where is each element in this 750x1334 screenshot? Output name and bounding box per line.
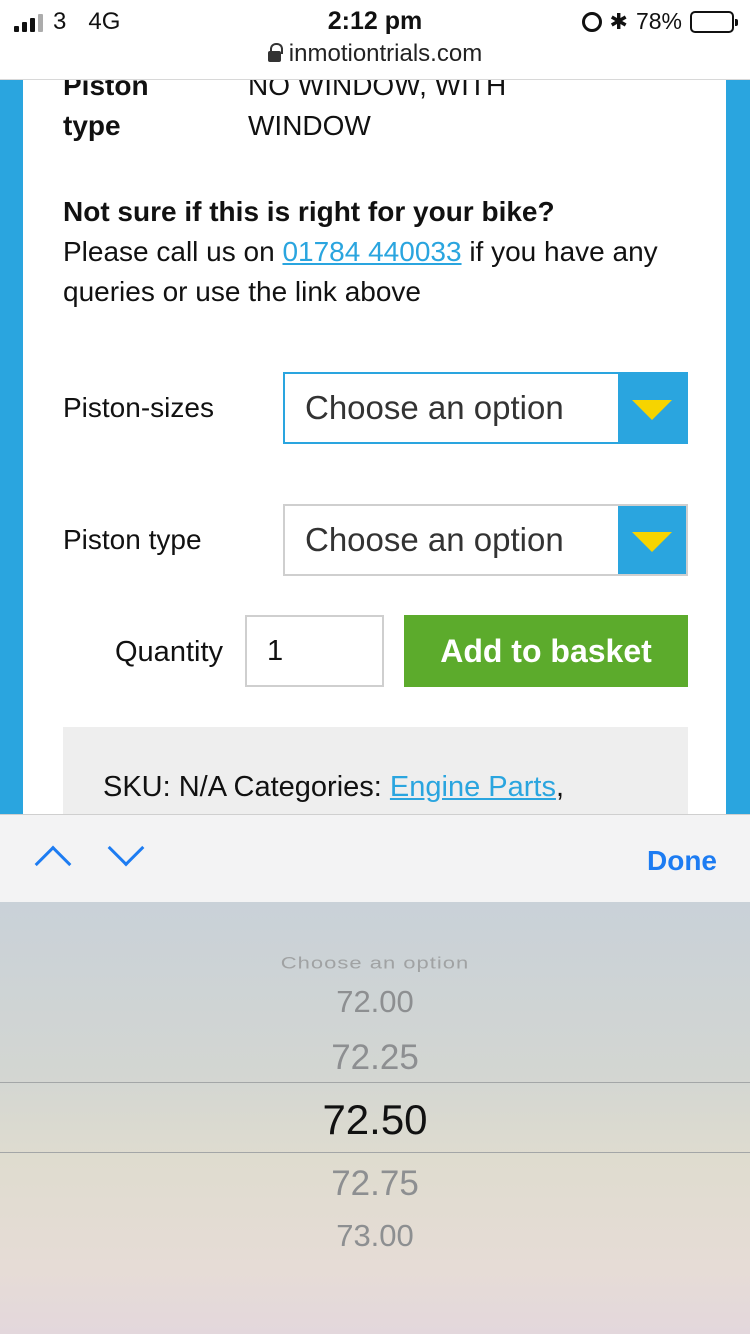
notice-heading: Not sure if this is right for your bike? xyxy=(63,196,555,227)
bluetooth-icon: ✱ xyxy=(609,8,628,34)
quantity-input[interactable]: 1 xyxy=(245,615,384,687)
piston-type-select[interactable]: Choose an option xyxy=(283,504,688,576)
battery-percent: 78% xyxy=(635,8,682,34)
quantity-label: Quantity xyxy=(115,636,223,668)
attribute-label: Piston type xyxy=(63,80,213,146)
picker-toolbar: Done xyxy=(0,814,750,902)
piston-type-label: Piston type xyxy=(63,524,202,555)
fitment-notice: Not sure if this is right for your bike?… xyxy=(63,192,703,312)
picker-option-selected[interactable]: 72.50 xyxy=(0,1096,750,1144)
picker-option[interactable]: 73.00 xyxy=(0,1218,750,1254)
product-card: Piston type NO WINDOW, WITH WINDOW Not s… xyxy=(23,80,726,814)
sku-categories-text: SKU: N/A Categories: xyxy=(103,771,390,803)
phone-link[interactable]: 01784 440033 xyxy=(282,236,461,267)
category-link-engine-parts[interactable]: Engine Parts xyxy=(390,771,556,803)
web-page: Piston type NO WINDOW, WITH WINDOW Not s… xyxy=(0,80,750,814)
piston-type-value: Choose an option xyxy=(305,521,564,558)
address-bar[interactable]: inmotiontrials.com xyxy=(0,40,750,68)
url-text: inmotiontrials.com xyxy=(288,40,483,67)
notice-text-start: Please call us on xyxy=(63,236,283,267)
add-to-basket-button[interactable]: Add to basket xyxy=(404,615,688,687)
attribute-value-line2: WINDOW xyxy=(248,110,371,141)
picker-option[interactable]: 72.25 xyxy=(0,1038,750,1078)
selection-line-bottom xyxy=(0,1152,750,1153)
piston-sizes-value: Choose an option xyxy=(305,389,564,426)
previous-field-chevron-up-icon[interactable] xyxy=(34,845,72,883)
status-bar: 3 4G 2:12 pm ✱ 78% inmotiontrials.com xyxy=(0,0,750,80)
lock-icon xyxy=(267,43,283,62)
category-separator: , xyxy=(555,771,565,803)
done-button[interactable]: Done xyxy=(647,845,717,877)
attribute-value: NO WINDOW, WITH WINDOW xyxy=(248,80,708,146)
attribute-label-line2: type xyxy=(63,110,121,141)
product-meta: SKU: N/A Categories: Engine Parts, xyxy=(63,727,688,814)
battery-icon xyxy=(690,10,738,33)
attribute-value-line1: NO WINDOW, WITH xyxy=(248,80,507,101)
alarm-icon xyxy=(581,11,602,32)
picker-option[interactable]: 72.75 xyxy=(0,1164,750,1204)
dropdown-arrow-icon xyxy=(618,374,686,442)
next-field-chevron-down-icon[interactable] xyxy=(107,829,145,867)
picker-option[interactable]: 72.00 xyxy=(0,984,750,1020)
piston-sizes-label: Piston-sizes xyxy=(63,392,214,423)
selection-line-top xyxy=(0,1082,750,1083)
attribute-label-line1: Piston xyxy=(63,80,149,101)
picker-option[interactable]: Choose an option xyxy=(0,953,750,973)
status-right: ✱ 78% xyxy=(581,8,738,35)
product-meta-text: SKU: N/A Categories: Engine Parts, xyxy=(103,771,564,804)
option-picker-wheel[interactable]: Choose an option 72.00 72.25 72.50 72.75… xyxy=(0,902,750,1334)
dropdown-arrow-icon xyxy=(618,506,686,574)
piston-sizes-select[interactable]: Choose an option xyxy=(283,372,688,444)
